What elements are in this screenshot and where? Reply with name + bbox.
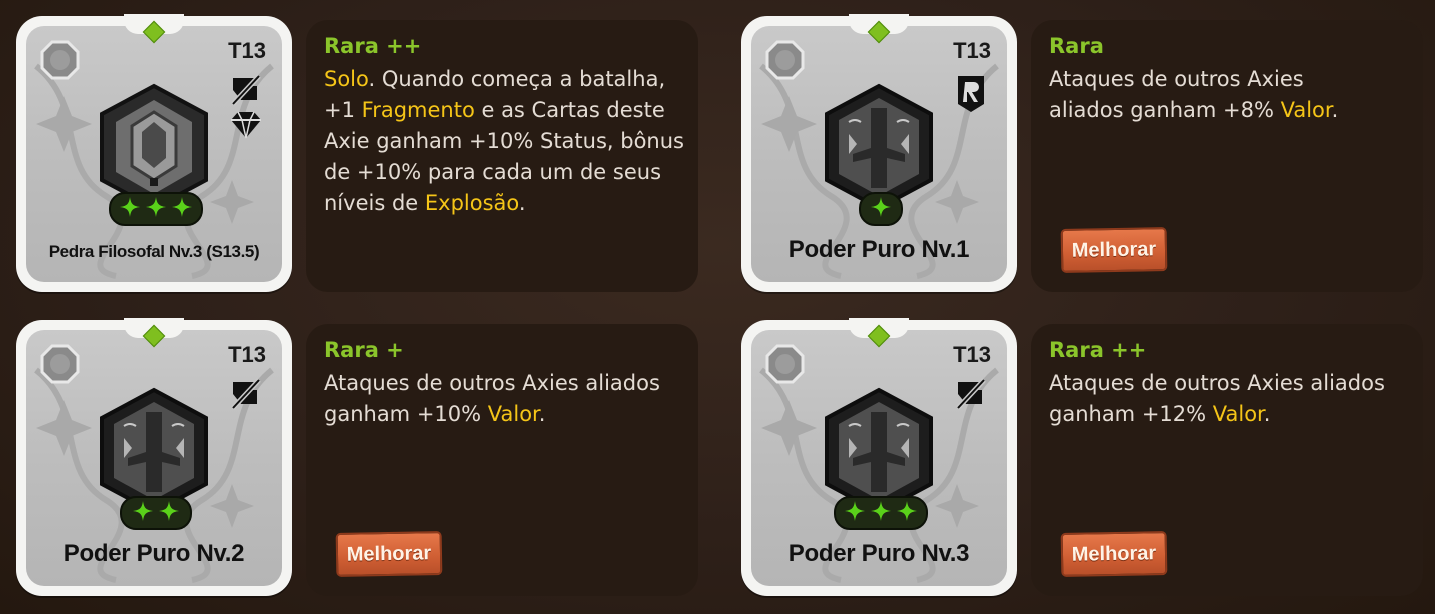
card-entry: T13 Pedra Filosofal Nv.3 (S13.5) Rara ++… — [16, 14, 706, 294]
diamond-icon — [231, 111, 261, 139]
no-attack-icon — [956, 378, 986, 410]
level-indicator — [859, 192, 903, 226]
ranged-icon — [958, 76, 984, 112]
card-description: Ataques de outros Axies aliados ganham +… — [1049, 64, 1379, 126]
level-plus-icon — [119, 196, 141, 222]
level-plus-icon — [896, 500, 918, 526]
keyword-valor: Valor — [1280, 98, 1332, 122]
level-plus-icon — [145, 196, 167, 222]
card-tags — [226, 74, 266, 144]
upgrade-button[interactable]: Melhorar — [1060, 531, 1168, 577]
card-tier: T13 — [228, 342, 266, 367]
card-name: Poder Puro Nv.1 — [788, 236, 970, 263]
keyword-valor: Valor — [1212, 402, 1264, 426]
card-poder-puro-3[interactable]: T13 Poder Puro Nv.3 — [741, 318, 1017, 596]
level-indicator — [109, 192, 203, 226]
card-description: Ataques de outros Axies aliados ganham +… — [324, 368, 669, 430]
card-name: Poder Puro Nv.3 — [788, 540, 970, 567]
card-poder-puro-1[interactable]: T13 Poder Puro Nv.1 — [741, 14, 1017, 292]
keyword-explosao: Explosão — [424, 191, 519, 215]
no-attack-icon — [231, 378, 261, 410]
energy-cost-icon — [40, 344, 80, 384]
card-description: Solo. Quando começa a batalha, +1 Fragme… — [324, 64, 684, 219]
card-entry: T13 Poder Puro Nv.2 Rara + Ataques de ou… — [16, 318, 706, 598]
level-plus-icon — [870, 196, 892, 222]
card-rarity: Rara — [1049, 34, 1104, 58]
upgrade-button[interactable]: Melhorar — [335, 531, 443, 577]
card-tier: T13 — [228, 38, 266, 63]
level-plus-icon — [870, 500, 892, 526]
level-indicator — [834, 496, 928, 530]
upgrade-button[interactable]: Melhorar — [1060, 227, 1168, 273]
card-poder-puro-2[interactable]: T13 Poder Puro Nv.2 — [16, 318, 292, 596]
keyword-solo: Solo — [324, 67, 369, 91]
card-description-panel: Rara Ataques de outros Axies aliados gan… — [1031, 20, 1423, 292]
card-tags — [951, 378, 991, 414]
card-name: Poder Puro Nv.2 — [63, 540, 245, 567]
description-text: Ataques de outros Axies aliados ganham +… — [1049, 67, 1304, 122]
keyword-valor: Valor — [487, 402, 539, 426]
card-rarity: Rara ++ — [324, 34, 422, 58]
card-entry: T13 Poder Puro Nv.1 Rara Ataques de outr… — [741, 14, 1431, 294]
card-rarity: Rara ++ — [1049, 338, 1147, 362]
energy-cost-icon — [40, 40, 80, 80]
description-text: . — [538, 402, 546, 426]
level-plus-icon — [171, 196, 193, 222]
level-plus-icon — [844, 500, 866, 526]
card-tier: T13 — [953, 38, 991, 63]
card-entry: T13 Poder Puro Nv.3 Rara ++ Ataques de o… — [741, 318, 1431, 598]
description-text: . — [1263, 402, 1271, 426]
level-plus-icon — [158, 500, 180, 526]
card-tags — [951, 74, 991, 118]
description-text: . — [518, 191, 526, 215]
card-description-panel: Rara ++ Ataques de outros Axies aliados … — [1031, 324, 1423, 596]
card-tier: T13 — [953, 342, 991, 367]
card-rarity: Rara + — [324, 338, 404, 362]
level-indicator — [120, 496, 192, 530]
keyword-fragmento: Fragmento — [361, 98, 475, 122]
card-description-panel: Rara ++ Solo. Quando começa a batalha, +… — [306, 20, 698, 292]
card-name: Pedra Filosofal Nv.3 (S13.5) — [48, 242, 260, 261]
card-tags — [226, 378, 266, 414]
level-plus-icon — [132, 500, 154, 526]
card-pedra-filosofal[interactable]: T13 Pedra Filosofal Nv.3 (S13.5) — [16, 14, 292, 292]
energy-cost-icon — [765, 344, 805, 384]
energy-cost-icon — [765, 40, 805, 80]
no-attack-icon — [231, 74, 261, 106]
card-description-panel: Rara + Ataques de outros Axies aliados g… — [306, 324, 698, 596]
card-description: Ataques de outros Axies aliados ganham +… — [1049, 368, 1394, 430]
description-text: . — [1331, 98, 1339, 122]
